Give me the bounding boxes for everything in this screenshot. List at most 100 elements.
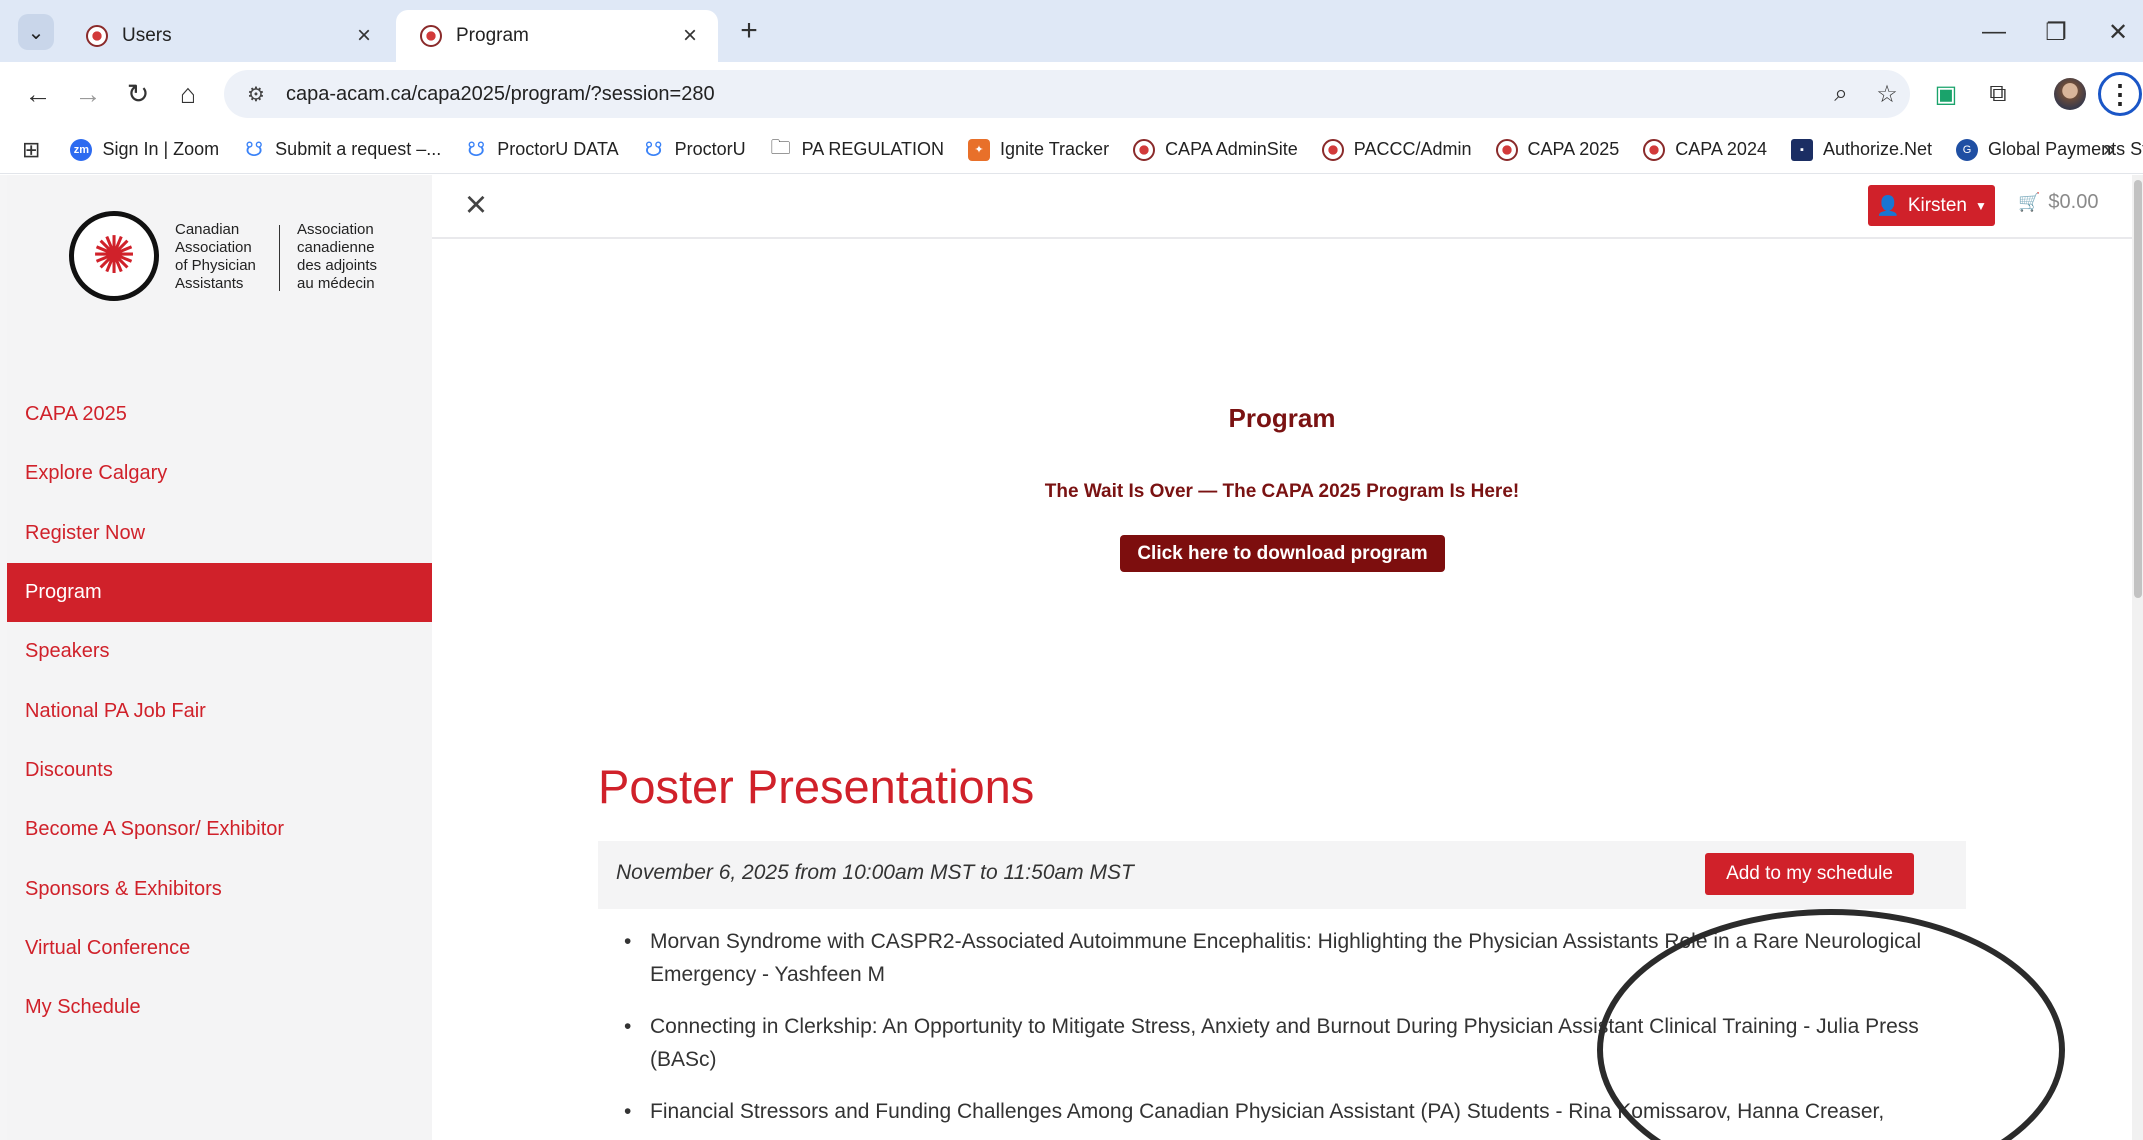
bookmark-proctoru-data[interactable]: ☋ ProctorU DATA bbox=[465, 139, 618, 161]
bookmark-ignite-tracker[interactable]: ✦ Ignite Tracker bbox=[968, 138, 1110, 161]
address-bar-row: ← → ↻ ⌂ ⚙ capa-acam.ca/capa2025/program/… bbox=[0, 62, 2143, 126]
tab-program[interactable]: Program × bbox=[396, 10, 718, 62]
site-sidebar: ✺ Canadian Association of Physician Assi… bbox=[7, 175, 432, 1140]
bookmark-proctoru[interactable]: ☋ ProctorU bbox=[643, 139, 746, 161]
bookmark-capa-2025[interactable]: CAPA 2025 bbox=[1495, 138, 1620, 161]
capa-icon bbox=[1321, 138, 1344, 161]
tab-close-icon[interactable]: × bbox=[350, 22, 378, 50]
download-program-button[interactable]: Click here to download program bbox=[1120, 535, 1445, 572]
bookmark-pa-regulation[interactable]: 🗀 PA REGULATION bbox=[770, 136, 945, 161]
nav-item-register-now[interactable]: Register Now bbox=[7, 504, 432, 563]
extension-green-icon[interactable]: ▣ bbox=[1926, 74, 1966, 114]
main-content: × 👤 Kirsten ▼ 🛒 $0.00 Program The Wait I… bbox=[432, 175, 2134, 1140]
browser-window: ⌄ Users × Program × + — ❐ ✕ ← → ↻ ⌂ ⚙ ca… bbox=[0, 0, 2143, 1140]
nav-item-speakers[interactable]: Speakers bbox=[7, 622, 432, 681]
bookmark-label: ProctorU DATA bbox=[497, 139, 619, 159]
list-item: Morvan Syndrome with CASPR2-Associated A… bbox=[622, 925, 1972, 991]
tab-close-icon[interactable]: × bbox=[676, 22, 704, 50]
global-payments-icon: G bbox=[1956, 138, 1979, 161]
nav-item-capa-2025[interactable]: CAPA 2025 bbox=[7, 385, 432, 444]
proctoru-icon: ☋ bbox=[467, 139, 486, 161]
bookmark-label: CAPA 2025 bbox=[1527, 139, 1620, 159]
user-menu-button[interactable]: 👤 Kirsten ▼ bbox=[1868, 185, 1995, 226]
bookmark-zoom[interactable]: zm Sign In | Zoom bbox=[70, 138, 219, 161]
home-icon[interactable]: ⌂ bbox=[166, 72, 210, 116]
nav-item-sponsors-exhibitors[interactable]: Sponsors & Exhibitors bbox=[7, 859, 432, 918]
nav-item-become-sponsor[interactable]: Become A Sponsor/ Exhibitor bbox=[7, 800, 432, 859]
new-tab-plus-icon[interactable]: + bbox=[732, 14, 766, 48]
tab-label: Users bbox=[122, 25, 172, 46]
user-name: Kirsten bbox=[1907, 194, 1967, 216]
proctoru-icon: ☋ bbox=[245, 139, 264, 161]
restore-icon[interactable]: ❐ bbox=[2036, 12, 2076, 52]
window-close-icon[interactable]: ✕ bbox=[2098, 12, 2138, 52]
folder-icon: 🗀 bbox=[770, 136, 791, 159]
bookmark-label: ProctorU bbox=[674, 139, 746, 159]
capa-icon bbox=[1643, 138, 1666, 161]
bookmark-submit-request[interactable]: ☋ Submit a request –... bbox=[243, 139, 441, 161]
capa-favicon-icon bbox=[420, 25, 442, 47]
nav-item-program[interactable]: Program bbox=[7, 562, 432, 623]
caduceus-maple-leaf-icon: ✺ bbox=[69, 211, 159, 301]
capa-favicon-icon bbox=[86, 25, 108, 47]
user-icon: 👤 bbox=[1876, 195, 1900, 217]
minimize-icon[interactable]: — bbox=[1974, 12, 2014, 52]
bookmark-capa-2024[interactable]: CAPA 2024 bbox=[1643, 138, 1767, 161]
session-header: November 6, 2025 from 10:00am MST to 11:… bbox=[598, 841, 1966, 909]
bookmark-label: PACCC/Admin bbox=[1353, 139, 1472, 159]
bookmark-label: PA REGULATION bbox=[801, 139, 945, 159]
extensions-puzzle-icon[interactable]: ⧉ bbox=[1978, 74, 2018, 114]
bookmarks-overflow-icon[interactable]: » bbox=[2103, 136, 2115, 162]
capa-icon bbox=[1133, 138, 1156, 161]
nav-item-job-fair[interactable]: National PA Job Fair bbox=[7, 681, 432, 740]
ignite-icon: ✦ bbox=[968, 138, 991, 161]
bookmark-label: Authorize.Net bbox=[1822, 139, 1933, 159]
url-text[interactable]: capa-acam.ca/capa2025/program/?session=2… bbox=[286, 83, 1818, 106]
close-sidebar-icon[interactable]: × bbox=[456, 185, 496, 225]
cart-icon: 🛒 bbox=[2018, 192, 2041, 212]
page-subtitle: The Wait Is Over — The CAPA 2025 Program… bbox=[1044, 481, 1520, 502]
bookmark-star-icon[interactable]: ☆ bbox=[1864, 80, 1910, 109]
bookmark-label: Global Payments St... bbox=[1988, 139, 2143, 159]
browser-menu-icon[interactable]: ⋮ bbox=[2098, 72, 2142, 116]
authorize-icon: ▪ bbox=[1790, 138, 1813, 161]
site-settings-icon[interactable]: ⚙ bbox=[236, 82, 276, 107]
section-heading: Poster Presentations bbox=[598, 760, 1035, 813]
presentation-list: Morvan Syndrome with CASPR2-Associated A… bbox=[622, 925, 1972, 1140]
omnibox[interactable]: ⚙ capa-acam.ca/capa2025/program/?session… bbox=[224, 70, 1910, 118]
tab-search-chevron-icon[interactable]: ⌄ bbox=[18, 14, 54, 50]
bookmark-label: Ignite Tracker bbox=[1000, 139, 1110, 159]
capa-logo[interactable]: ✺ Canadian Association of Physician Assi… bbox=[63, 211, 393, 311]
forward-arrow-icon[interactable]: → bbox=[66, 72, 110, 116]
bookmark-authorize-net[interactable]: ▪ Authorize.Net bbox=[1790, 138, 1933, 161]
bookmark-label: CAPA 2024 bbox=[1675, 139, 1767, 159]
scrollbar-thumb[interactable] bbox=[2134, 180, 2142, 598]
logo-divider bbox=[279, 225, 280, 291]
apps-grid-icon[interactable]: ⊞ bbox=[22, 137, 40, 163]
back-arrow-icon[interactable]: ← bbox=[16, 72, 60, 116]
nav-item-virtual-conference[interactable]: Virtual Conference bbox=[7, 919, 432, 978]
profile-avatar[interactable] bbox=[2054, 78, 2086, 110]
reload-icon[interactable]: ↻ bbox=[116, 72, 160, 116]
tab-label: Program bbox=[456, 25, 529, 46]
cart-link[interactable]: 🛒 $0.00 bbox=[2018, 191, 2098, 214]
bookmark-capa-adminsite[interactable]: CAPA AdminSite bbox=[1133, 138, 1298, 161]
list-item: Financial Stressors and Funding Challeng… bbox=[622, 1095, 1972, 1128]
capa-icon bbox=[1495, 138, 1518, 161]
header-divider bbox=[432, 237, 2134, 239]
logo-english-text: Canadian Association of Physician Assist… bbox=[175, 221, 256, 292]
bookmark-paccc-admin[interactable]: PACCC/Admin bbox=[1321, 138, 1472, 161]
bookmarks-bar: ⊞ zm Sign In | Zoom ☋ Submit a request –..… bbox=[0, 126, 2143, 174]
cart-total: $0.00 bbox=[2048, 191, 2099, 213]
nav-item-discounts[interactable]: Discounts bbox=[7, 741, 432, 800]
zoom-magnifier-icon[interactable]: ⌕ bbox=[1818, 80, 1864, 108]
proctoru-icon: ☋ bbox=[644, 139, 663, 161]
web-page: ✺ Canadian Association of Physician Assi… bbox=[0, 175, 2143, 1140]
list-item: Connecting in Clerkship: An Opportunity … bbox=[622, 1010, 1972, 1076]
tab-users[interactable]: Users × bbox=[62, 10, 392, 62]
nav-item-explore-calgary[interactable]: Explore Calgary bbox=[7, 444, 432, 503]
nav-item-my-schedule[interactable]: My Schedule bbox=[7, 978, 432, 1037]
add-to-schedule-button[interactable]: Add to my schedule bbox=[1705, 853, 1914, 895]
session-time: November 6, 2025 from 10:00am MST to 11:… bbox=[616, 861, 1134, 884]
tab-strip: ⌄ Users × Program × + — ❐ ✕ bbox=[0, 0, 2143, 62]
